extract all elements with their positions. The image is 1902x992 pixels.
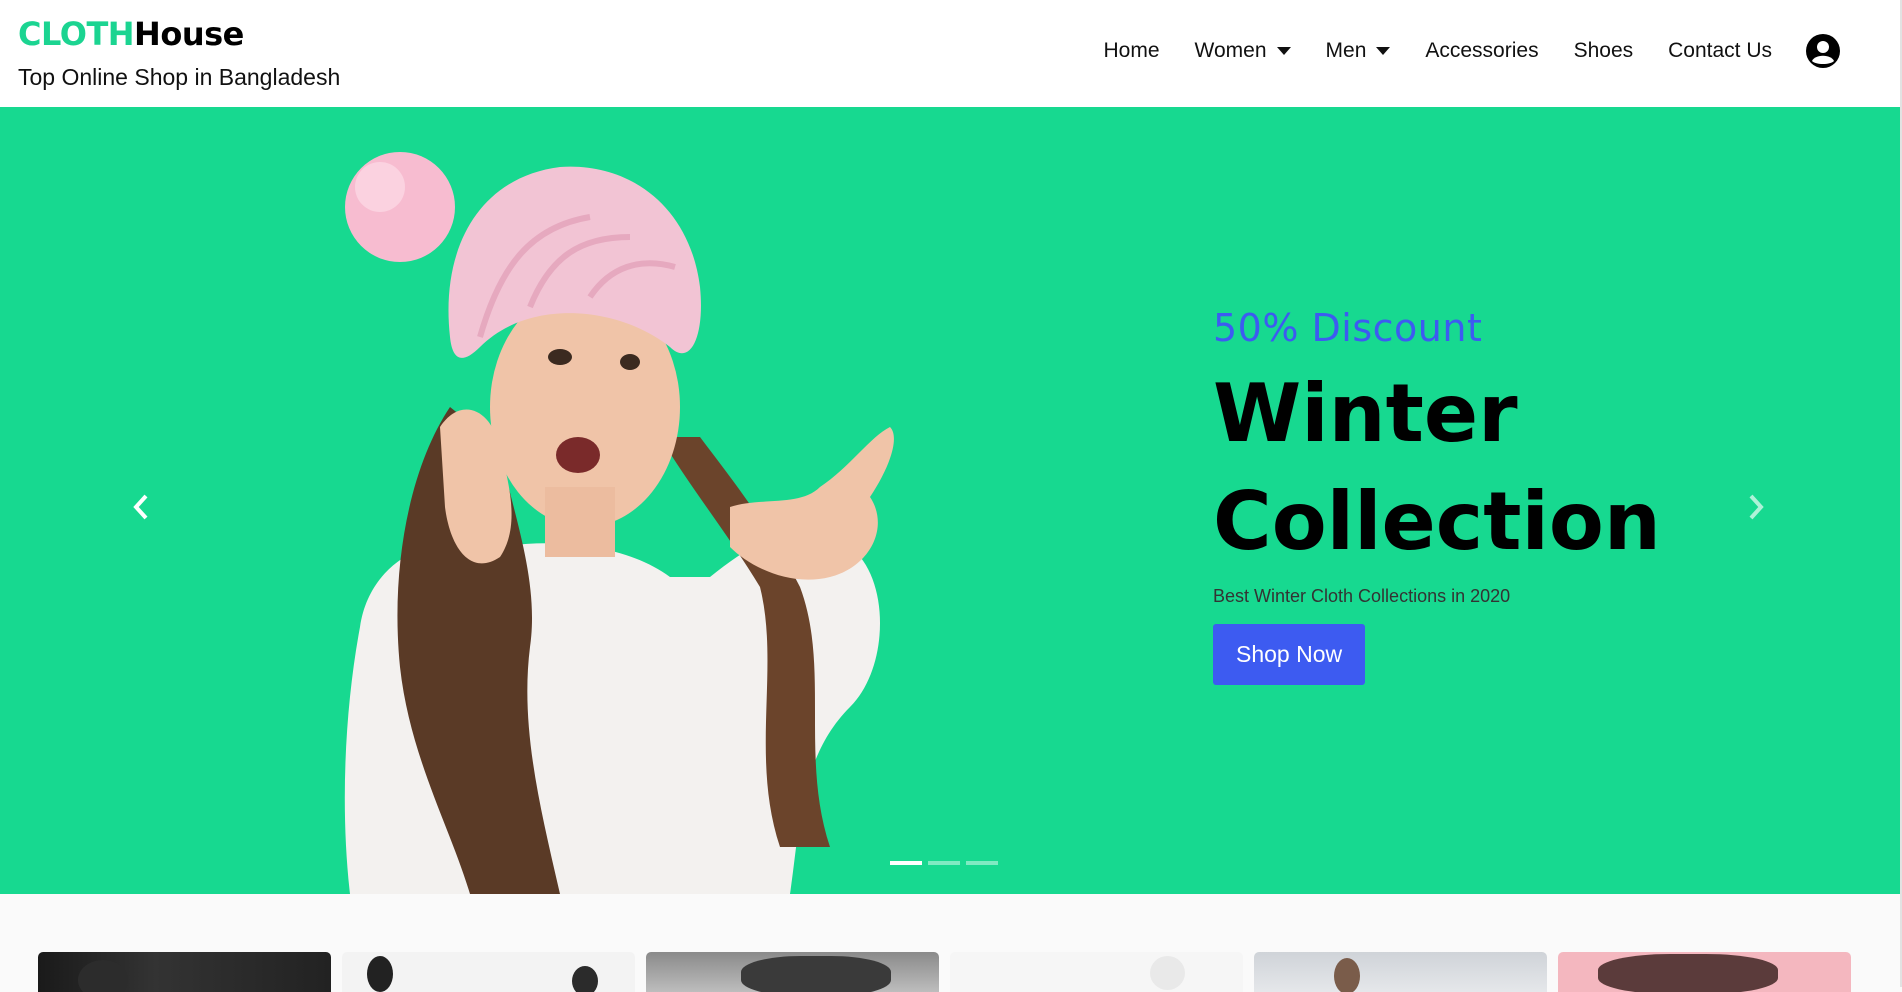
nav-women-label: Women (1194, 39, 1267, 62)
carousel-indicator-2[interactable] (928, 861, 960, 865)
brand-part-house: House (134, 15, 244, 53)
hero-subtitle: Best Winter Cloth Collections in 2020 (1213, 586, 1511, 606)
hero-model-image (344, 152, 894, 894)
user-circle-icon[interactable] (1806, 34, 1840, 68)
site-header: CLOTHHouse Top Online Shop in Bangladesh… (0, 0, 1900, 107)
nav-men-dropdown[interactable]: Men (1326, 39, 1391, 63)
category-strip (38, 952, 1851, 992)
brand-logo[interactable]: CLOTHHouse (18, 14, 244, 54)
hero-title-line2: Collection (1213, 475, 1661, 568)
hero-title: Winter Collection (1213, 360, 1773, 576)
carousel-indicator-1[interactable] (890, 861, 922, 865)
caret-down-icon (1376, 47, 1391, 55)
hero-discount: 50% Discount (1213, 306, 1483, 350)
hero-title-line1: Winter (1213, 367, 1518, 460)
nav-shoes[interactable]: Shoes (1574, 39, 1634, 63)
nav-men-label: Men (1325, 39, 1367, 62)
category-card[interactable] (950, 952, 1243, 992)
carousel-prev-arrow-icon[interactable] (122, 482, 162, 532)
main-nav: Home Women Men Accessories Shoes Contact… (1069, 34, 1840, 68)
brand-tagline: Top Online Shop in Bangladesh (18, 64, 341, 90)
shop-now-button[interactable]: Shop Now (1213, 624, 1366, 685)
caret-down-icon (1276, 47, 1291, 55)
brand-part-cloth: CLOTH (18, 15, 135, 53)
category-card[interactable] (1558, 952, 1851, 992)
category-card[interactable] (342, 952, 635, 992)
category-card[interactable] (38, 952, 331, 992)
hero-carousel: 50% Discount Winter Collection Best Wint… (0, 107, 1900, 894)
nav-home[interactable]: Home (1104, 39, 1160, 63)
category-card[interactable] (1254, 952, 1547, 992)
nav-women-dropdown[interactable]: Women (1195, 39, 1291, 63)
nav-contact[interactable]: Contact Us (1668, 39, 1772, 63)
category-card[interactable] (646, 952, 939, 992)
carousel-indicators (890, 861, 998, 865)
nav-accessories[interactable]: Accessories (1425, 39, 1538, 63)
carousel-indicator-3[interactable] (966, 861, 998, 865)
hero-caption: 50% Discount Winter Collection Best Wint… (1213, 302, 1773, 685)
